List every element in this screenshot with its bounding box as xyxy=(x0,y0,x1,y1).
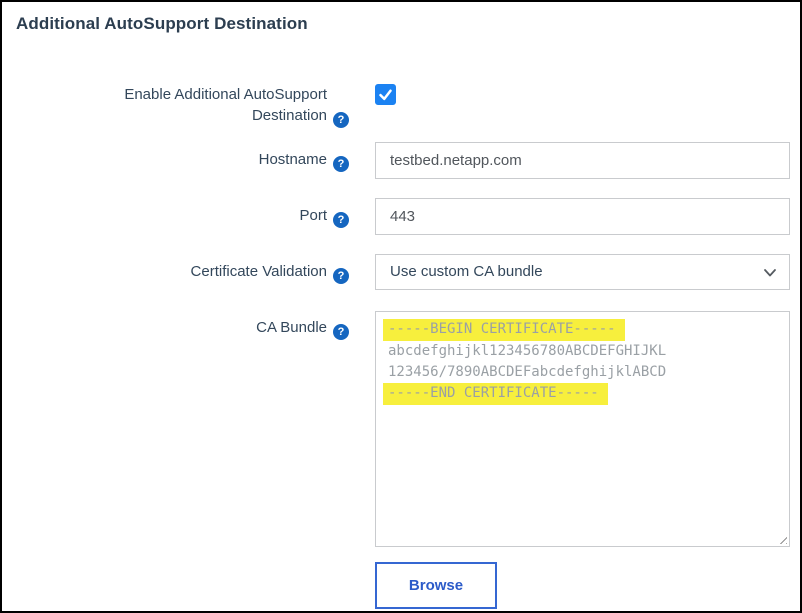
port-control-cell xyxy=(375,198,790,235)
additional-autosupport-panel: Additional AutoSupport Destination Enabl… xyxy=(0,0,802,613)
ca-bundle-line: 123456/7890ABCDEFabcdefghijklABCD xyxy=(388,362,777,383)
certificate-validation-select[interactable]: Use custom CA bundle xyxy=(375,254,790,290)
chevron-down-icon xyxy=(764,269,776,277)
certificate-validation-control-cell: Use custom CA bundle xyxy=(375,254,790,290)
ca-bundle-control-cell: -----BEGIN CERTIFICATE----- abcdefghijkl… xyxy=(375,311,790,547)
hostname-help-icon[interactable]: ? xyxy=(333,156,349,172)
resize-grip-icon[interactable] xyxy=(776,533,787,544)
autosupport-form: Enable Additional AutoSupport Destinatio… xyxy=(16,84,786,609)
enable-label: Enable Additional AutoSupport Destinatio… xyxy=(77,84,327,126)
port-label: Port xyxy=(299,207,327,224)
certificate-validation-help-icon[interactable]: ? xyxy=(333,268,349,284)
browse-row: Browse xyxy=(16,562,786,609)
port-help-icon[interactable]: ? xyxy=(333,212,349,228)
browse-button[interactable]: Browse xyxy=(375,562,497,609)
ca-bundle-textarea[interactable]: -----BEGIN CERTIFICATE----- abcdefghijkl… xyxy=(375,311,790,547)
hostname-label: Hostname xyxy=(259,151,327,168)
certificate-validation-label-cell: Certificate Validation? xyxy=(16,261,375,284)
ca-bundle-line-text: abcdefghijkl123456780ABCDEFGHIJKL xyxy=(388,341,666,362)
enable-row: Enable Additional AutoSupport Destinatio… xyxy=(16,84,786,128)
enable-label-cell: Enable Additional AutoSupport Destinatio… xyxy=(16,84,375,128)
enable-help-icon[interactable]: ? xyxy=(333,112,349,128)
hostname-input[interactable] xyxy=(375,142,790,179)
page-title: Additional AutoSupport Destination xyxy=(16,14,786,34)
certificate-validation-row: Certificate Validation? Use custom CA bu… xyxy=(16,254,786,290)
ca-bundle-line-text: -----END CERTIFICATE----- xyxy=(383,383,608,405)
port-row: Port? xyxy=(16,198,786,235)
hostname-label-cell: Hostname? xyxy=(16,149,375,172)
ca-bundle-label-cell: CA Bundle? xyxy=(16,311,375,340)
certificate-validation-label: Certificate Validation xyxy=(191,263,327,280)
enable-control-cell xyxy=(375,84,790,105)
ca-bundle-label: CA Bundle xyxy=(256,319,327,336)
ca-bundle-line: -----END CERTIFICATE----- xyxy=(388,383,777,405)
hostname-control-cell xyxy=(375,142,790,179)
ca-bundle-row: CA Bundle? -----BEGIN CERTIFICATE----- a… xyxy=(16,311,786,547)
enable-checkbox[interactable] xyxy=(375,84,396,105)
port-input[interactable] xyxy=(375,198,790,235)
ca-bundle-line: -----BEGIN CERTIFICATE----- xyxy=(388,319,777,341)
ca-bundle-help-icon[interactable]: ? xyxy=(333,324,349,340)
port-label-cell: Port? xyxy=(16,205,375,228)
certificate-validation-selected-option: Use custom CA bundle xyxy=(390,263,543,280)
ca-bundle-line-text: -----BEGIN CERTIFICATE----- xyxy=(383,319,625,341)
ca-bundle-line-text: 123456/7890ABCDEFabcdefghijklABCD xyxy=(388,362,666,383)
ca-bundle-line: abcdefghijkl123456780ABCDEFGHIJKL xyxy=(388,341,777,362)
hostname-row: Hostname? xyxy=(16,142,786,179)
checkmark-icon xyxy=(378,87,393,102)
